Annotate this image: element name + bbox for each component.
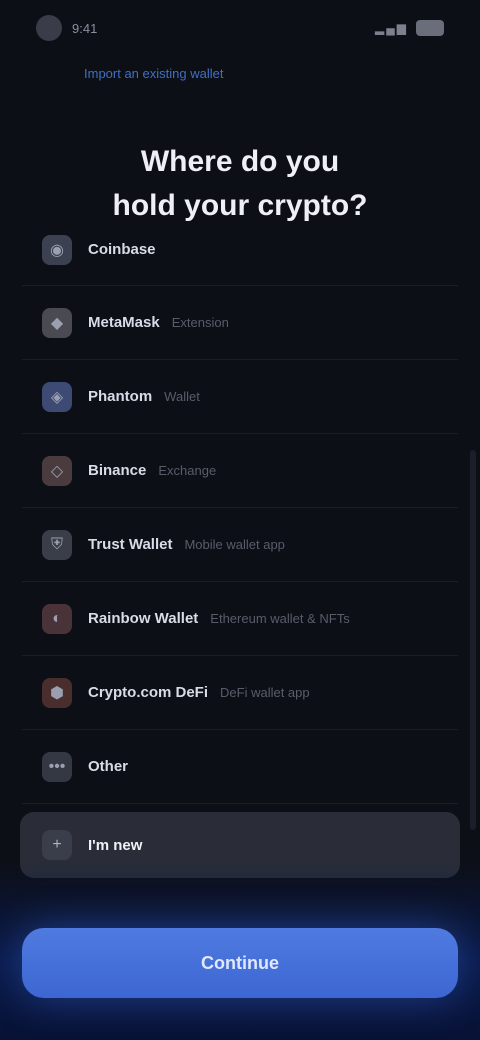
option-row[interactable]: ◈ Phantom Wallet <box>22 360 458 434</box>
option-row[interactable]: ⬢ Crypto.com DeFi DeFi wallet app <box>22 656 458 730</box>
diamond-icon: ◇ <box>42 455 72 486</box>
status-time: 9:41 <box>72 20 98 36</box>
option-label: I'm new <box>88 836 143 854</box>
option-row[interactable]: ◆ MetaMask Extension <box>22 286 458 360</box>
option-sublabel: Mobile wallet app <box>184 537 285 552</box>
option-sublabel: Ethereum wallet & NFTs <box>210 611 350 626</box>
coin-icon: ◉ <box>42 234 72 265</box>
scrollbar[interactable] <box>470 450 476 830</box>
dots-icon: ••• <box>42 751 72 782</box>
option-label: Rainbow Wallet <box>88 610 199 627</box>
option-sublabel: Extension <box>171 315 229 330</box>
option-label: MetaMask <box>88 314 160 331</box>
option-label: Binance <box>88 462 147 479</box>
option-label: Coinbase <box>88 241 156 258</box>
option-sublabel: Wallet <box>164 389 200 404</box>
fox-icon: ◆ <box>42 307 72 338</box>
import-wallet-link[interactable]: Import an existing wallet <box>84 66 223 81</box>
option-sublabel: Exchange <box>158 463 217 478</box>
status-right: ▂▄▆ <box>375 20 444 36</box>
option-sublabel: DeFi wallet app <box>220 685 310 700</box>
option-label: Crypto.com DeFi <box>88 684 209 701</box>
rainbow-icon: ◐ <box>42 603 72 634</box>
ghost-icon: ◈ <box>42 381 72 412</box>
status-bar: 9:41 ▂▄▆ <box>0 0 480 56</box>
hex-icon: ⬢ <box>42 677 72 708</box>
option-row[interactable]: ⛨ Trust Wallet Mobile wallet app <box>22 508 458 582</box>
plus-icon: + <box>42 830 72 860</box>
status-left: 9:41 <box>36 15 97 41</box>
option-label: Trust Wallet <box>88 536 173 553</box>
option-row[interactable]: ◉ Coinbase <box>22 214 458 286</box>
option-row[interactable]: ◇ Binance Exchange <box>22 434 458 508</box>
option-label: Phantom <box>88 388 153 405</box>
option-row[interactable]: ◐ Rainbow Wallet Ethereum wallet & NFTs <box>22 582 458 656</box>
signal-icon: ▂▄▆ <box>375 21 408 35</box>
option-label: Other <box>88 758 129 775</box>
shield-icon: ⛨ <box>42 529 72 560</box>
wallet-options-list: ◉ Coinbase ◆ MetaMask Extension ◈ Phantom Walle… <box>22 214 458 804</box>
option-row[interactable]: ••• Other <box>22 730 458 804</box>
camera-icon <box>36 15 62 41</box>
battery-icon <box>416 20 444 36</box>
title-line-1: Where do you <box>140 145 340 178</box>
continue-button[interactable]: Continue <box>22 928 458 998</box>
